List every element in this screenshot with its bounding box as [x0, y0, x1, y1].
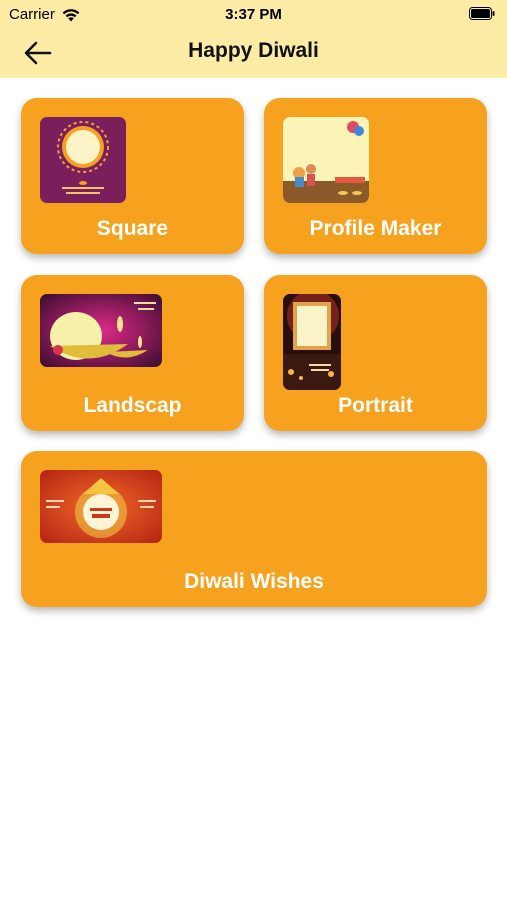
clock: 3:37 PM [225, 6, 282, 23]
portrait-thumbnail [283, 294, 341, 390]
diwali-wishes-thumbnail [40, 470, 162, 543]
header: Carrier 3:37 PM Happy Diwali [0, 0, 507, 78]
profile-maker-thumbnail [283, 117, 369, 203]
status-bar: Carrier 3:37 PM [0, 0, 507, 28]
landscape-card[interactable]: Landscap [21, 275, 244, 431]
landscape-thumbnail [40, 294, 162, 367]
portrait-card[interactable]: Portrait [264, 275, 487, 431]
diwali-wishes-card[interactable]: Diwali Wishes [21, 451, 487, 607]
card-label: Landscap [83, 394, 182, 417]
navigation-bar: Happy Diwali [0, 28, 507, 78]
page-title: Happy Diwali [188, 39, 319, 62]
square-card[interactable]: Square [21, 98, 244, 254]
card-label: Portrait [338, 394, 413, 417]
profile-maker-card[interactable]: Profile Maker [264, 98, 487, 254]
card-label: Diwali Wishes [184, 570, 324, 593]
card-label: Square [96, 217, 169, 240]
square-thumbnail [40, 117, 126, 203]
card-label: Profile Maker [309, 217, 442, 240]
battery-icon [469, 7, 495, 20]
